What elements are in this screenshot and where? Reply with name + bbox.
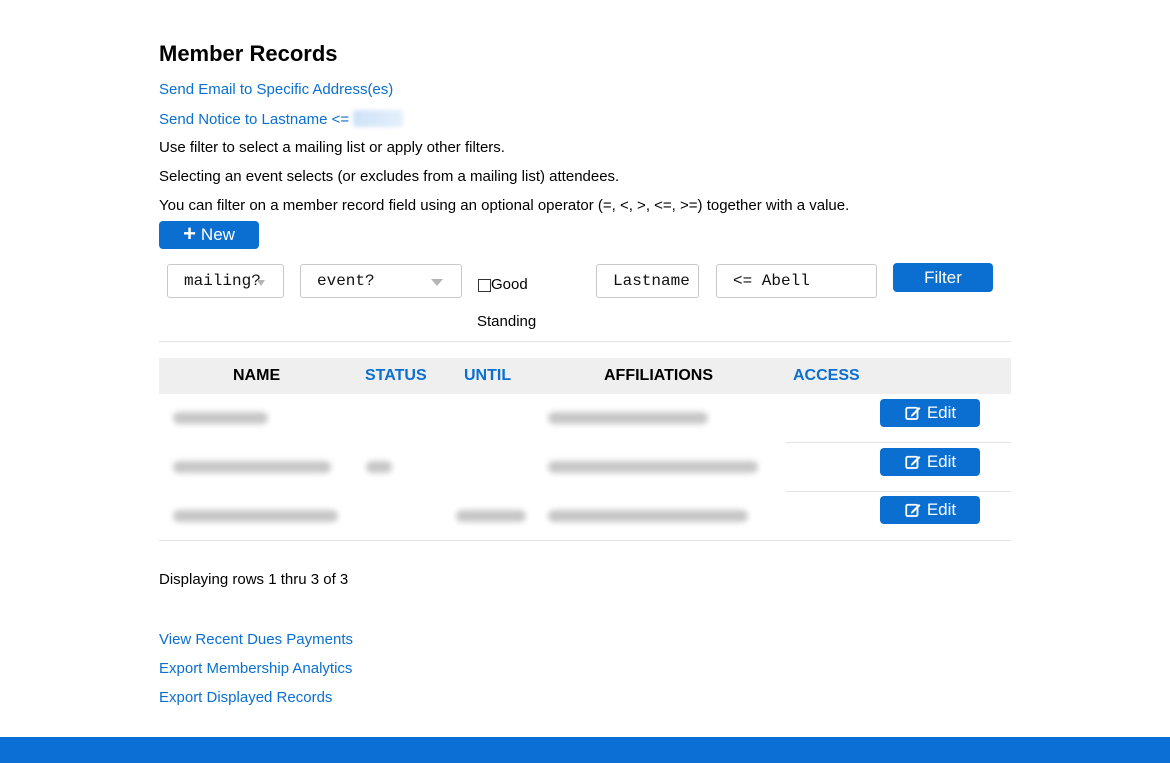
- send-notice-label: Send Notice to Lastname <=: [159, 111, 354, 128]
- dues-link-row: View Recent Dues Payments: [159, 631, 353, 648]
- affiliations-cell: [548, 461, 758, 473]
- header-access[interactable]: ACCESS: [793, 367, 860, 385]
- name-cell: [173, 412, 268, 424]
- view-dues-link[interactable]: View Recent Dues Payments: [159, 631, 353, 648]
- operator-value-input[interactable]: <= Abell: [716, 264, 877, 298]
- send-email-row: Send Email to Specific Address(es): [159, 81, 393, 98]
- export-link-row: Export Displayed Records: [159, 689, 332, 706]
- help-text-3: You can filter on a member record field …: [159, 197, 850, 214]
- divider: [159, 341, 1011, 342]
- edit-button[interactable]: Edit: [880, 448, 980, 476]
- filter-button[interactable]: Filter: [893, 263, 993, 292]
- good-standing-checkbox[interactable]: [478, 279, 491, 292]
- row-divider: [786, 442, 1011, 443]
- status-cell: [366, 461, 392, 473]
- send-notice-row: Send Notice to Lastname <=: [159, 110, 404, 128]
- help-text-1: Use filter to select a mailing list or a…: [159, 139, 505, 156]
- until-cell: [456, 510, 526, 522]
- event-select-value: event?: [317, 272, 375, 290]
- edit-icon: [905, 503, 921, 517]
- export-analytics-link[interactable]: Export Membership Analytics: [159, 660, 352, 677]
- event-select[interactable]: event?: [300, 264, 462, 298]
- affiliations-cell: [548, 412, 708, 424]
- filter-button-label: Filter: [924, 267, 962, 287]
- mailing-select-value: mailing?: [184, 272, 261, 290]
- header-affiliations: AFFILIATIONS: [604, 367, 714, 384]
- chevron-down-icon: [257, 280, 265, 286]
- header-status[interactable]: STATUS: [365, 367, 427, 385]
- field-input-value: Lastname: [613, 272, 690, 290]
- edit-icon: [905, 455, 921, 469]
- send-notice-link[interactable]: Send Notice to Lastname <=: [159, 110, 404, 128]
- analytics-link-row: Export Membership Analytics: [159, 660, 352, 677]
- name-cell: [173, 461, 331, 473]
- help-text-2: Selecting an event selects (or excludes …: [159, 168, 620, 185]
- table-bottom-divider: [159, 540, 1011, 541]
- header-until[interactable]: UNTIL: [464, 367, 511, 385]
- footer-bar: [0, 737, 1170, 763]
- new-button[interactable]: + New: [159, 221, 259, 249]
- edit-label: Edit: [926, 500, 957, 519]
- edit-label: Edit: [926, 452, 957, 471]
- chevron-down-icon: [431, 279, 443, 286]
- header-name: NAME: [233, 367, 281, 384]
- field-input[interactable]: Lastname: [596, 264, 699, 298]
- edit-label: Edit: [926, 403, 957, 422]
- good-standing-label-1: Good: [491, 276, 528, 293]
- new-button-label: New: [200, 225, 235, 244]
- name-cell: [173, 510, 338, 522]
- plus-icon: +: [183, 221, 196, 246]
- page-title: Member Records: [159, 41, 338, 66]
- redacted-value: [353, 110, 404, 127]
- table-header: NAME STATUS UNTIL AFFILIATIONS ACCESS: [159, 358, 1011, 394]
- export-records-link[interactable]: Export Displayed Records: [159, 689, 332, 706]
- rows-summary: Displaying rows 1 thru 3 of 3: [159, 571, 349, 588]
- good-standing-label-2: Standing: [477, 313, 537, 330]
- edit-button[interactable]: Edit: [880, 496, 980, 524]
- send-email-link[interactable]: Send Email to Specific Address(es): [159, 81, 393, 98]
- row-divider: [786, 491, 1011, 492]
- edit-icon: [905, 406, 921, 420]
- edit-button[interactable]: Edit: [880, 399, 980, 427]
- affiliations-cell: [548, 510, 748, 522]
- mailing-select[interactable]: mailing?: [167, 264, 284, 298]
- operator-value-text: <= Abell: [733, 272, 810, 290]
